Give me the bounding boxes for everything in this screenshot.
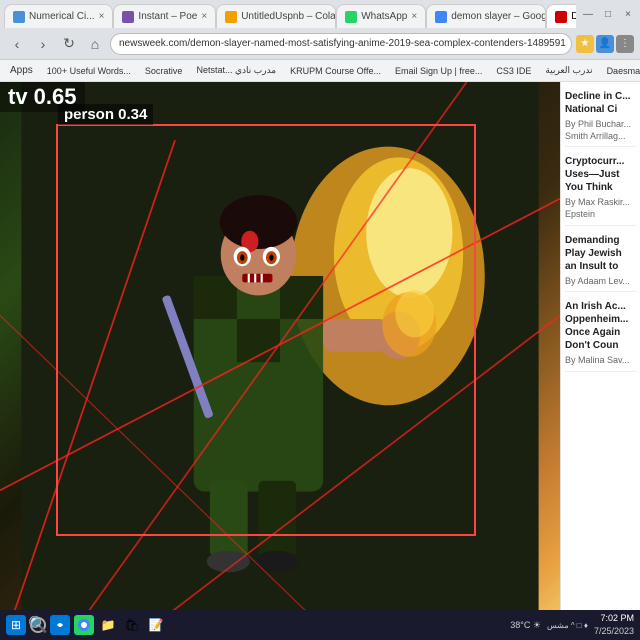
start-button[interactable]: ⊞ <box>6 615 26 635</box>
sidebar-article-1-author: By Phil Buchar...Smith Arrillag... <box>565 119 636 142</box>
sidebar-article-4-title: An Irish Ac...Oppenheim...Once AgainDon'… <box>565 300 636 352</box>
taskbar-folder-icon[interactable]: 📁 <box>98 615 118 635</box>
bookmark-krupm[interactable]: KRUPM Course Offe... <box>286 65 385 77</box>
taskbar-edge-icon[interactable] <box>50 615 70 635</box>
back-button[interactable]: ‹ <box>6 33 28 55</box>
tab-bar: Numerical Ci... × Instant – Poe × Untitl… <box>4 0 576 28</box>
bookmark-email[interactable]: Email Sign Up | free... <box>391 65 486 77</box>
profile-icon[interactable]: 👤 <box>596 35 614 53</box>
tab-1[interactable]: Numerical Ci... × <box>4 4 113 28</box>
extensions-icon[interactable]: ★ <box>576 35 594 53</box>
refresh-button[interactable]: ↻ <box>58 33 80 55</box>
tab-4[interactable]: WhatsApp × <box>336 4 426 28</box>
window-controls: — □ × <box>580 6 636 22</box>
close-button[interactable]: × <box>620 6 636 22</box>
tab-3-favicon <box>225 11 237 23</box>
sidebar: Decline in C...National Ci By Phil Bucha… <box>560 82 640 610</box>
sidebar-article-1[interactable]: Decline in C...National Ci By Phil Bucha… <box>565 86 636 147</box>
minimize-button[interactable]: — <box>580 6 596 22</box>
tab-1-close[interactable]: × <box>99 11 105 22</box>
sidebar-article-4[interactable]: An Irish Ac...Oppenheim...Once AgainDon'… <box>565 296 636 372</box>
bookmark-socrative[interactable]: Socrative <box>141 65 187 77</box>
bookmark-cs3[interactable]: CS3 IDE <box>492 65 535 77</box>
tab-2[interactable]: Instant – Poe × <box>113 4 216 28</box>
bookmark-arabic[interactable]: ندرب العربية <box>541 64 596 77</box>
bookmark-apps[interactable]: Apps <box>6 64 37 77</box>
tab-6-label: Demon Slayer! Named 'M... <box>571 11 576 22</box>
taskbar-system-icons: مشس ^ □ ♦ <box>547 621 588 630</box>
tab-5[interactable]: demon slayer – Google S... × <box>426 4 546 28</box>
tab-5-label: demon slayer – Google S... <box>451 11 546 22</box>
toolbar-icons: ★ 👤 ⋮ <box>576 35 634 53</box>
address-bar-row: ‹ › ↻ ⌂ newsweek.com/demon-slayer-named-… <box>0 28 640 60</box>
taskbar-chrome-icon[interactable] <box>74 615 94 635</box>
taskbar-right: 38°C ☀ مشس ^ □ ♦ 7:02 PM 7/25/2023 <box>510 612 634 637</box>
tab-4-close[interactable]: × <box>411 11 417 22</box>
date-display: 7/25/2023 <box>594 625 634 638</box>
tab-1-label: Numerical Ci... <box>29 11 95 22</box>
main-content: person 0.34 tv 0.65 <box>0 82 560 610</box>
tab-4-label: WhatsApp <box>361 11 407 22</box>
taskbar-time: 7:02 PM 7/25/2023 <box>594 612 634 637</box>
sidebar-article-3-author: By Adaam Lev... <box>565 276 636 288</box>
bookmark-daesmas[interactable]: Daesmas | Graphing... <box>603 65 640 77</box>
time-display: 7:02 PM <box>594 612 634 625</box>
tab-3-label: UntitledUspnb – Colabo... <box>241 11 336 22</box>
detection-box: person 0.34 <box>56 124 476 536</box>
tab-6-active[interactable]: Demon Slayer! Named 'M... × <box>546 4 576 28</box>
detection-overlay: person 0.34 <box>0 82 560 610</box>
bookmark-netstat[interactable]: Netstat... مدرب نادي <box>192 64 280 77</box>
tab-3[interactable]: UntitledUspnb – Colabo... × <box>216 4 336 28</box>
home-button[interactable]: ⌂ <box>84 33 106 55</box>
taskbar: ⊞ 🔍 📁 🛍 📝 38°C ☀ مشس ^ □ ♦ 7:02 PM 7/25/… <box>0 610 640 640</box>
sidebar-article-3-title: DemandingPlay Jewishan Insult to <box>565 234 636 273</box>
browser-titlebar: Numerical Ci... × Instant – Poe × Untitl… <box>0 0 640 28</box>
tab-1-favicon <box>13 11 25 23</box>
sidebar-article-4-author: By Malina Sav... <box>565 355 636 367</box>
taskbar-vscode-icon[interactable]: 📝 <box>146 615 166 635</box>
tab-4-favicon <box>345 11 357 23</box>
taskbar-temp: 38°C ☀ <box>510 620 541 631</box>
forward-button[interactable]: › <box>32 33 54 55</box>
sidebar-article-2-author: By Max Raskir...Epstein <box>565 197 636 220</box>
main-wrapper: person 0.34 tv 0.65 <box>0 82 560 610</box>
sidebar-article-1-title: Decline in C...National Ci <box>565 90 636 116</box>
sidebar-article-3[interactable]: DemandingPlay Jewishan Insult to By Adaa… <box>565 230 636 293</box>
bookmark-useful-words[interactable]: 100+ Useful Words... <box>43 65 135 77</box>
tab-2-label: Instant – Poe <box>138 11 197 22</box>
address-text: newsweek.com/demon-slayer-named-most-sat… <box>119 38 566 49</box>
address-input[interactable]: newsweek.com/demon-slayer-named-most-sat… <box>110 33 572 55</box>
search-button[interactable]: 🔍 <box>30 617 46 633</box>
tab-2-close[interactable]: × <box>201 11 207 22</box>
maximize-button[interactable]: □ <box>600 6 616 22</box>
sidebar-article-2[interactable]: Cryptocurr...Uses—JustYou Think By Max R… <box>565 151 636 225</box>
sidebar-article-2-title: Cryptocurr...Uses—JustYou Think <box>565 155 636 194</box>
menu-icon[interactable]: ⋮ <box>616 35 634 53</box>
weather-icon: ☀ <box>533 620 541 630</box>
tab-5-favicon <box>435 11 447 23</box>
taskbar-store-icon[interactable]: 🛍 <box>122 615 142 635</box>
tab-6-favicon <box>555 11 567 23</box>
content-area: person 0.34 tv 0.65 Decline in C...Natio… <box>0 82 640 610</box>
tv-confidence-label: tv 0.65 <box>0 82 85 112</box>
bookmarks-bar: Apps 100+ Useful Words... Socrative Nets… <box>0 60 640 82</box>
tab-2-favicon <box>122 11 134 23</box>
